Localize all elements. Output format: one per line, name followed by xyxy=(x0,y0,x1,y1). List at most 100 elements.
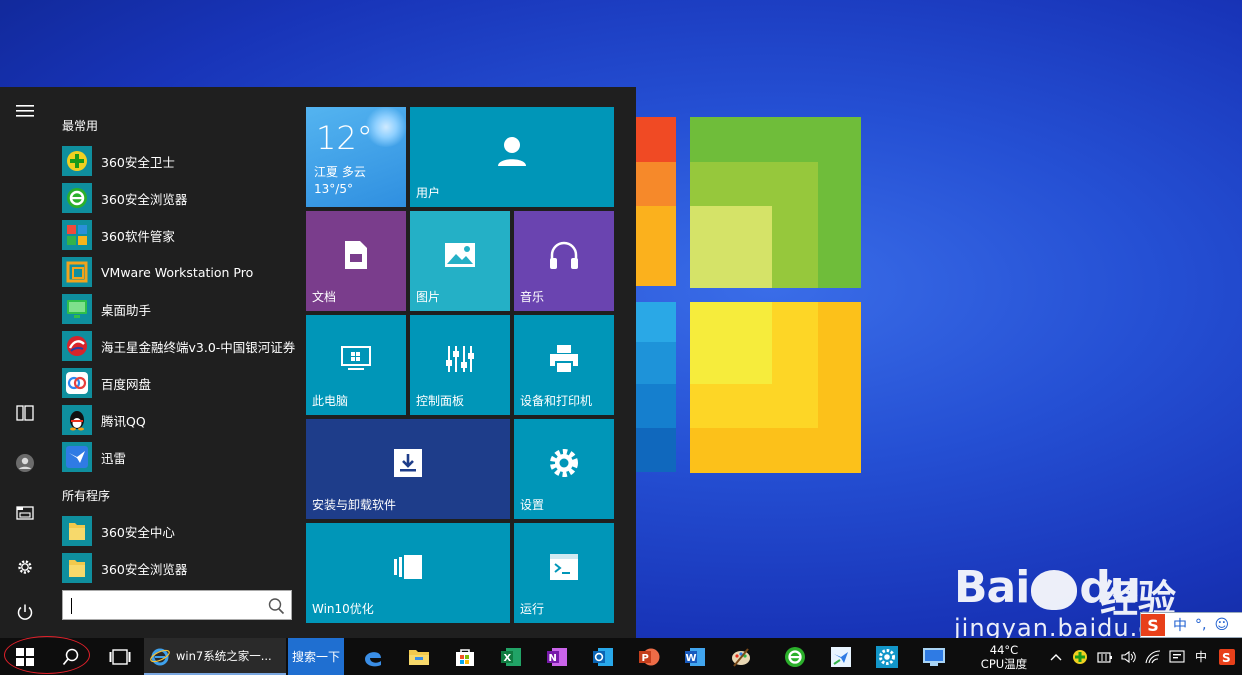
windows-logo-yellow-orange xyxy=(636,206,676,286)
weather-location: 江夏 多云 xyxy=(314,165,366,179)
ime-toolbar[interactable]: S 中 °, ☺ xyxy=(1140,612,1242,638)
task-view-button[interactable] xyxy=(100,638,140,675)
tile-label: 安装与卸载软件 xyxy=(312,498,397,512)
taskbar-paint[interactable] xyxy=(722,638,760,675)
app-360-software-manager[interactable]: 360软件管家 xyxy=(62,218,300,252)
ime-emoji-button[interactable]: ☺ xyxy=(1214,617,1229,633)
taskbar-file-explorer[interactable] xyxy=(400,638,438,675)
start-search-input[interactable] xyxy=(62,590,292,620)
internet-explorer-icon xyxy=(150,648,170,665)
app-360-safeguard[interactable]: 360安全卫士 xyxy=(62,144,300,178)
tray-overflow-chevron[interactable] xyxy=(1046,638,1066,675)
taskbar-network-monitor[interactable] xyxy=(914,638,954,675)
tile-devices-printers[interactable]: 设备和打印机 xyxy=(514,315,614,415)
sogou-ime-icon[interactable]: S xyxy=(1141,614,1165,636)
app-label: 360安全浏览器 xyxy=(101,561,188,577)
svg-text:W: W xyxy=(686,653,697,664)
taskbar-word[interactable]: W xyxy=(676,638,714,675)
tile-win10-optimize[interactable]: Win10优化 xyxy=(306,523,510,623)
gear-icon xyxy=(876,645,898,668)
app-label: 腾讯QQ xyxy=(101,413,146,429)
tile-documents[interactable]: 文档 xyxy=(306,211,406,311)
taskbar-powerpoint[interactable]: P xyxy=(630,638,668,675)
tile-weather[interactable]: 12° 江夏 多云 13°/5° xyxy=(306,107,408,207)
settings-gear-icon[interactable] xyxy=(13,555,37,579)
app-desktop-assistant[interactable]: 桌面助手 xyxy=(62,292,300,326)
cpu-temperature-widget[interactable]: 44°C CPU温度 xyxy=(972,638,1036,675)
app-baidu-netdisk[interactable]: 百度网盘 xyxy=(62,366,300,400)
app-folder-360-browser[interactable]: 360安全浏览器 xyxy=(62,551,300,585)
xunlei-bird-icon xyxy=(62,442,92,472)
app-label: 360软件管家 xyxy=(101,228,175,244)
outlook-icon xyxy=(593,647,613,666)
app-folder-360-security-center[interactable]: 360安全中心 xyxy=(62,514,300,548)
app-360-browser[interactable]: 360安全浏览器 xyxy=(62,181,300,215)
app-vmware[interactable]: VMware Workstation Pro xyxy=(62,255,300,289)
tray-notification[interactable] xyxy=(1166,638,1188,675)
section-all-programs: 所有程序 xyxy=(62,489,111,503)
windows-logo-orange xyxy=(636,162,676,206)
tray-360-safeguard[interactable] xyxy=(1068,638,1092,675)
baidu-netdisk-icon xyxy=(62,368,92,398)
tile-pictures[interactable]: 图片 xyxy=(410,211,510,311)
power-icon[interactable] xyxy=(13,600,37,624)
watermark-logo-left: Bai xyxy=(954,562,1030,613)
tile-user[interactable]: 用户 xyxy=(410,107,614,207)
cpu-temperature: 44°C xyxy=(989,642,1019,657)
tray-sogou-ime[interactable]: S xyxy=(1214,638,1240,675)
app-label: 360安全浏览器 xyxy=(101,191,188,207)
tile-music[interactable]: 音乐 xyxy=(514,211,614,311)
taskbar-settings-app[interactable] xyxy=(868,638,906,675)
tile-label: 设备和打印机 xyxy=(520,394,593,408)
tile-settings[interactable]: 设置 xyxy=(514,419,614,519)
windows-logo-blue xyxy=(636,342,676,384)
tile-install-uninstall[interactable]: 安装与卸载软件 xyxy=(306,419,510,519)
taskbar-onenote[interactable]: N xyxy=(538,638,576,675)
tile-label: Win10优化 xyxy=(312,602,374,616)
folder-icon xyxy=(62,553,92,583)
search-icon[interactable] xyxy=(267,597,285,615)
start-menu: 最常用 360安全卫士 360安全浏览器 360软件管家 VMware Work… xyxy=(0,87,636,638)
desktop-assistant-icon xyxy=(62,294,92,324)
vmware-icon xyxy=(62,257,92,287)
taskbar-excel[interactable]: X xyxy=(492,638,530,675)
neptune-finance-icon xyxy=(62,331,92,361)
tray-wifi[interactable] xyxy=(1142,638,1164,675)
optimize-panels-icon xyxy=(394,555,422,579)
tile-label: 图片 xyxy=(416,290,441,304)
tile-run[interactable]: 运行 xyxy=(514,523,614,623)
360-browser-icon xyxy=(785,646,805,667)
user-account-icon[interactable] xyxy=(13,451,37,475)
app-list: 最常用 360安全卫士 360安全浏览器 360软件管家 VMware Work… xyxy=(50,87,300,638)
tray-battery[interactable] xyxy=(1094,638,1116,675)
file-explorer-icon[interactable] xyxy=(13,501,37,525)
powerpoint-icon: P xyxy=(639,648,660,665)
taskbar-ie-window[interactable]: win7系统之家一... xyxy=(144,638,286,675)
taskbar-store[interactable] xyxy=(446,638,484,675)
message-icon xyxy=(1169,649,1185,663)
360-safeguard-icon xyxy=(62,146,92,176)
taskbar-outlook[interactable] xyxy=(584,638,622,675)
app-xunlei[interactable]: 迅雷 xyxy=(62,440,300,474)
tile-this-pc[interactable]: 此电脑 xyxy=(306,315,406,415)
windows-logo-lightblue xyxy=(636,302,676,342)
taskbar-360-browser[interactable] xyxy=(776,638,814,675)
picture-icon xyxy=(445,243,475,267)
headphones-icon xyxy=(550,241,578,269)
tray-ime-language[interactable]: 中 xyxy=(1190,638,1212,675)
monitor-app-icon xyxy=(923,647,945,666)
app-tencent-qq[interactable]: 腾讯QQ xyxy=(62,403,300,437)
app-neptune-finance[interactable]: 海王星金融终端v3.0-中国银河证券 xyxy=(62,329,300,363)
app-label: 360安全中心 xyxy=(101,524,175,540)
tile-control-panel[interactable]: 控制面板 xyxy=(410,315,510,415)
tray-volume[interactable] xyxy=(1118,638,1140,675)
hamburger-menu-icon[interactable] xyxy=(13,99,37,123)
ime-punct-toggle[interactable]: °, xyxy=(1195,617,1206,633)
taskbar-search-once-button[interactable]: 搜索一下 xyxy=(288,638,344,675)
taskbar-edge[interactable] xyxy=(354,638,392,675)
ime-language-toggle[interactable]: 中 xyxy=(1173,615,1187,635)
taskbar-app-xunlei[interactable] xyxy=(822,638,860,675)
svg-text:S: S xyxy=(1222,651,1231,665)
tablet-mode-icon[interactable] xyxy=(13,401,37,425)
svg-text:P: P xyxy=(642,653,649,664)
